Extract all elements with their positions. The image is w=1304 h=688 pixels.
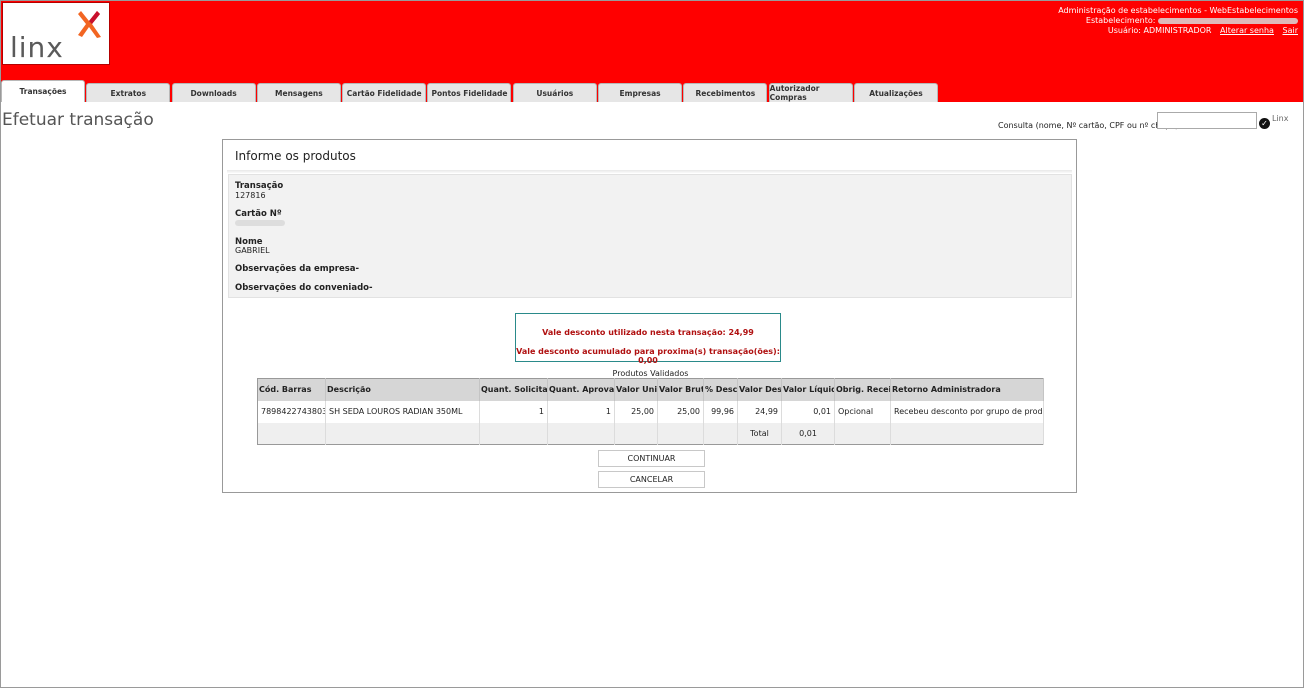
total-label: Total bbox=[737, 422, 782, 445]
estab-label: Estabelecimento: bbox=[1085, 16, 1156, 25]
mini-logo: Linx bbox=[1272, 114, 1289, 123]
total-value: 0,01 bbox=[781, 422, 835, 445]
col-valor-liquido: Valor Líquido bbox=[781, 378, 835, 401]
products-table: Cód. Barras Descrição Quant. Solicitada … bbox=[257, 378, 1044, 445]
tab-cartao-fidelidade[interactable]: Cartão Fidelidade bbox=[342, 83, 427, 102]
tab-atualizacoes[interactable]: Atualizações bbox=[853, 83, 938, 102]
col-cod-barras: Cód. Barras bbox=[257, 378, 326, 401]
col-descricao: Descrição bbox=[325, 378, 480, 401]
estab-redacted bbox=[1158, 17, 1298, 24]
search-label: Consulta (nome, Nº cartão, CPF ou nº cha… bbox=[998, 121, 1179, 130]
table-row: 7898422743803 SH SEDA LOUROS RADIAN 350M… bbox=[257, 400, 1044, 423]
cell-valor-bruto: 25,00 bbox=[657, 400, 704, 423]
change-password-link[interactable]: Alterar senha bbox=[1220, 26, 1274, 35]
col-valor-bruto: Valor Bruto bbox=[657, 378, 704, 401]
tab-autorizador-compras[interactable]: Autorizador Compras bbox=[768, 83, 853, 102]
cartao-redacted bbox=[235, 220, 285, 226]
grid-caption: Produtos Validados bbox=[612, 369, 689, 378]
title-divider bbox=[227, 170, 1072, 173]
cell-descricao: SH SEDA LOUROS RADIAN 350ML bbox=[325, 400, 480, 423]
continue-button[interactable]: CONTINUAR bbox=[598, 450, 705, 467]
tab-pontos-fidelidade[interactable]: Pontos Fidelidade bbox=[427, 83, 512, 102]
cell-valor-liquido: 0,01 bbox=[781, 400, 835, 423]
tab-transacoes[interactable]: Transações bbox=[1, 80, 85, 102]
header-bar: linx Administração de estabelecimentos -… bbox=[0, 0, 1304, 102]
tab-mensagens[interactable]: Mensagens bbox=[256, 83, 341, 102]
table-total-row: Total 0,01 bbox=[257, 422, 1044, 445]
cell-quant-aprovada: 1 bbox=[547, 400, 615, 423]
cartao-label: Cartão Nº bbox=[235, 209, 282, 219]
col-desc-pct: % Desc. bbox=[703, 378, 738, 401]
tab-usuarios[interactable]: Usuários bbox=[512, 83, 597, 102]
admin-system-line: Administração de estabelecimentos - WebE… bbox=[1058, 6, 1298, 15]
tab-extratos[interactable]: Extratos bbox=[86, 83, 171, 102]
logout-link[interactable]: Sair bbox=[1283, 26, 1299, 35]
cell-retorno-administradora: Recebeu desconto por grupo de produto bbox=[890, 400, 1044, 423]
main-tabs: Transações Extratos Downloads Mensagens … bbox=[1, 80, 939, 102]
vale-utilizado-text: Vale desconto utilizado nesta transação:… bbox=[542, 328, 754, 337]
products-panel: Informe os produtos Transação 127816 Car… bbox=[222, 139, 1077, 493]
cell-valor-desc: 24,99 bbox=[737, 400, 782, 423]
transacao-label: Transação bbox=[235, 181, 284, 191]
tab-empresas[interactable]: Empresas bbox=[598, 83, 683, 102]
panel-title: Informe os produtos bbox=[235, 149, 356, 163]
col-valor-unit: Valor Unit. bbox=[614, 378, 658, 401]
vale-acumulado-text: Vale desconto acumulado para proxima(s) … bbox=[516, 347, 780, 365]
tab-recebimentos[interactable]: Recebimentos bbox=[683, 83, 768, 102]
admin-info: Administração de estabelecimentos - WebE… bbox=[1058, 6, 1298, 36]
search-submit-icon[interactable]: ✓ bbox=[1259, 118, 1270, 129]
user-line: Usuário: ADMINISTRADOR Alterar senha Sai… bbox=[1058, 26, 1298, 36]
tab-downloads[interactable]: Downloads bbox=[171, 83, 256, 102]
obs-conveniado-label: Observações do conveniado- bbox=[235, 283, 373, 293]
logo-x-icon bbox=[78, 11, 101, 38]
estab-line: Estabelecimento: bbox=[1058, 16, 1298, 26]
cell-quant-solicitada: 1 bbox=[479, 400, 548, 423]
table-header-row: Cód. Barras Descrição Quant. Solicitada … bbox=[257, 378, 1044, 401]
logo-text: linx bbox=[10, 31, 64, 64]
cell-desc-pct: 99,96 bbox=[703, 400, 738, 423]
page-title: Efetuar transação bbox=[2, 110, 154, 130]
discount-summary-box: Vale desconto utilizado nesta transação:… bbox=[515, 313, 781, 365]
col-retorno-administradora: Retorno Administradora bbox=[890, 378, 1044, 401]
user-label: Usuário: ADMINISTRADOR bbox=[1107, 26, 1212, 35]
cell-cod-barras: 7898422743803 bbox=[257, 400, 326, 423]
linx-logo[interactable]: linx bbox=[2, 2, 110, 65]
col-valor-desc: Valor Desc. bbox=[737, 378, 782, 401]
transacao-value: 127816 bbox=[235, 191, 266, 200]
col-quant-solicitada: Quant. Solicitada bbox=[479, 378, 548, 401]
search-input[interactable] bbox=[1157, 112, 1257, 129]
cell-obrig-receita: Opcional bbox=[834, 400, 891, 423]
col-quant-aprovada: Quant. Aprovada bbox=[547, 378, 615, 401]
cancel-button[interactable]: CANCELAR bbox=[598, 471, 705, 488]
col-obrig-receita: Obrig. Receita bbox=[834, 378, 891, 401]
transaction-info: Transação 127816 Cartão Nº Nome GABRIEL … bbox=[228, 174, 1072, 298]
cell-valor-unit: 25,00 bbox=[614, 400, 658, 423]
nome-value: GABRIEL bbox=[235, 246, 270, 255]
obs-empresa-label: Observações da empresa- bbox=[235, 264, 360, 274]
